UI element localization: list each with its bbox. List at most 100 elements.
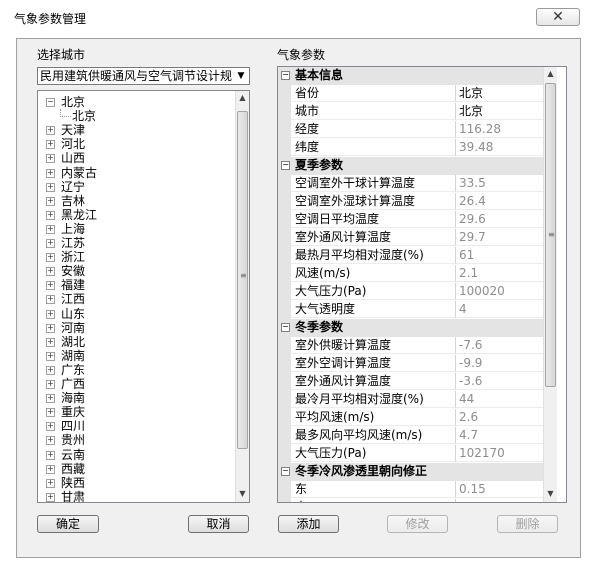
property-value[interactable]: 100020 [456,283,543,300]
collapse-icon[interactable]: − [46,98,55,107]
property-row[interactable]: 平均风速(m/s) 2.6 [278,409,543,427]
property-row[interactable]: 南0.15 [278,499,543,502]
property-row[interactable]: 大气透明度 4 [278,301,543,319]
tree-item[interactable]: + 辽宁 [38,180,233,194]
tree-item[interactable]: + 江苏 [38,236,233,250]
expand-icon[interactable]: + [46,168,55,178]
expand-icon[interactable]: + [46,351,55,361]
collapse-icon[interactable]: − [281,71,290,80]
tree-item[interactable]: + 湖南 [38,349,233,363]
property-value[interactable]: 2.1 [456,265,543,282]
expand-icon[interactable]: + [46,154,55,164]
scroll-up-icon[interactable]: ▲ [544,67,557,80]
property-row[interactable]: 纬度 39.48 [278,139,543,157]
tree-item[interactable]: + 陕西 [38,476,233,490]
expand-icon[interactable]: + [46,196,55,206]
property-value[interactable]: 4 [456,301,543,318]
expand-icon[interactable]: + [46,281,55,291]
tree-item[interactable]: + 天津 [38,123,233,137]
property-value[interactable]: 39.48 [456,139,543,156]
property-category[interactable]: − 基本信息 [278,67,543,85]
expand-icon[interactable]: + [46,295,55,305]
tree-item[interactable]: + 西藏 [38,462,233,476]
scroll-down-icon[interactable]: ▼ [544,487,557,500]
ok-button[interactable]: 确定 [37,515,99,533]
property-row[interactable]: 东 0.15 [278,481,543,499]
expand-icon[interactable]: + [46,408,55,418]
tree-item[interactable]: + 江西 [38,292,233,306]
tree-item[interactable]: + 河北 [38,137,233,151]
property-value[interactable]: 102170 [456,445,543,462]
expand-icon[interactable]: + [46,253,55,263]
property-row[interactable]: 室外通风计算温度 -3.6 [278,373,543,391]
grid-scrollbar[interactable]: ▲ ≡ ▼ [543,67,557,502]
property-row[interactable]: 空调室外湿球计算温度 26.4 [278,193,543,211]
tree-item[interactable]: + 安徽 [38,264,233,278]
property-category[interactable]: − 夏季参数 [278,157,543,175]
expand-icon[interactable]: + [46,267,55,277]
property-row[interactable]: 最多风向平均风速(m/s) 4.7 [278,427,543,445]
property-value[interactable]: -7.6 [456,337,543,354]
tree-item[interactable]: + 贵州 [38,433,233,447]
tree-item[interactable]: + 浙江 [38,250,233,264]
property-row[interactable]: 空调室外干球计算温度 33.5 [278,175,543,193]
property-row[interactable]: 城市 北京 [278,103,543,121]
tree-item[interactable]: − 北京 [38,95,233,109]
property-row[interactable]: 经度 116.28 [278,121,543,139]
delete-button[interactable]: 删除 [497,515,558,533]
property-value[interactable]: 4.7 [456,427,543,444]
property-row[interactable]: 省份 北京 [278,85,543,103]
property-row[interactable]: 最热月平均相对湿度(%) 61 [278,247,543,265]
property-row[interactable]: 室外通风计算温度 29.7 [278,229,543,247]
tree-item[interactable]: + 山西 [38,151,233,165]
property-value[interactable]: 北京 [456,103,543,120]
property-value[interactable]: 44 [456,391,543,408]
property-row[interactable]: 空调日平均温度 29.6 [278,211,543,229]
property-value[interactable]: 116.28 [456,121,543,138]
property-value[interactable]: 29.7 [456,229,543,246]
expand-icon[interactable]: + [46,492,55,502]
tree-item[interactable]: + 四川 [38,419,233,433]
tree-scrollbar[interactable]: ▲ ≡ ▼ [235,91,249,502]
property-row[interactable]: 风速(m/s) 2.1 [278,265,543,283]
expand-icon[interactable]: + [46,323,55,333]
tree-item[interactable]: + 湖北 [38,335,233,349]
tree-item[interactable]: + 黑龙江 [38,208,233,222]
property-value[interactable]: 0.15 [456,481,543,498]
collapse-icon[interactable]: − [281,161,290,170]
expand-icon[interactable]: + [46,210,55,220]
expand-icon[interactable]: + [46,309,55,319]
standard-select[interactable]: 民用建筑供暖通风与空气调节设计规 ▼ [37,67,250,85]
tree-item[interactable]: + 海南 [38,391,233,405]
expand-icon[interactable]: + [46,365,55,375]
expand-icon[interactable]: + [46,239,55,248]
expand-icon[interactable]: + [46,182,55,192]
property-value[interactable]: -3.6 [456,373,543,390]
grid-scroll-thumb[interactable]: ≡ [545,83,556,387]
tree-item[interactable]: 北京 [38,109,233,123]
expand-icon[interactable]: + [46,450,55,460]
tree-item[interactable]: + 内蒙古 [38,166,233,180]
tree-item[interactable]: + 重庆 [38,405,233,419]
cancel-button[interactable]: 取消 [188,515,249,533]
tree-item[interactable]: + 山东 [38,307,233,321]
weather-property-grid[interactable]: − 基本信息 省份 北京 城市 北京 经度 116.28 纬度 39.48− 夏季参数 空调室外干球计… [277,66,567,503]
tree-item[interactable]: + 广东 [38,363,233,377]
tree-item[interactable]: + 吉林 [38,194,233,208]
property-value[interactable]: 0.15 [456,499,543,502]
expand-icon[interactable]: + [46,464,55,474]
tree-item[interactable]: + 云南 [38,448,233,462]
tree-scroll-thumb[interactable]: ≡ [237,111,248,449]
expand-icon[interactable]: + [46,380,55,389]
property-value[interactable]: 26.4 [456,193,543,210]
expand-icon[interactable]: + [46,140,55,150]
property-value[interactable]: 北京 [456,85,543,102]
tree-item[interactable]: + 福建 [38,278,233,292]
property-value[interactable]: 2.6 [456,409,543,426]
tree-item[interactable]: + 广西 [38,377,233,391]
edit-button[interactable]: 修改 [387,515,448,533]
property-row[interactable]: 最冷月平均相对湿度(%) 44 [278,391,543,409]
property-category[interactable]: − 冬季参数 [278,319,543,337]
expand-icon[interactable]: + [46,436,55,446]
property-value[interactable]: 61 [456,247,543,264]
